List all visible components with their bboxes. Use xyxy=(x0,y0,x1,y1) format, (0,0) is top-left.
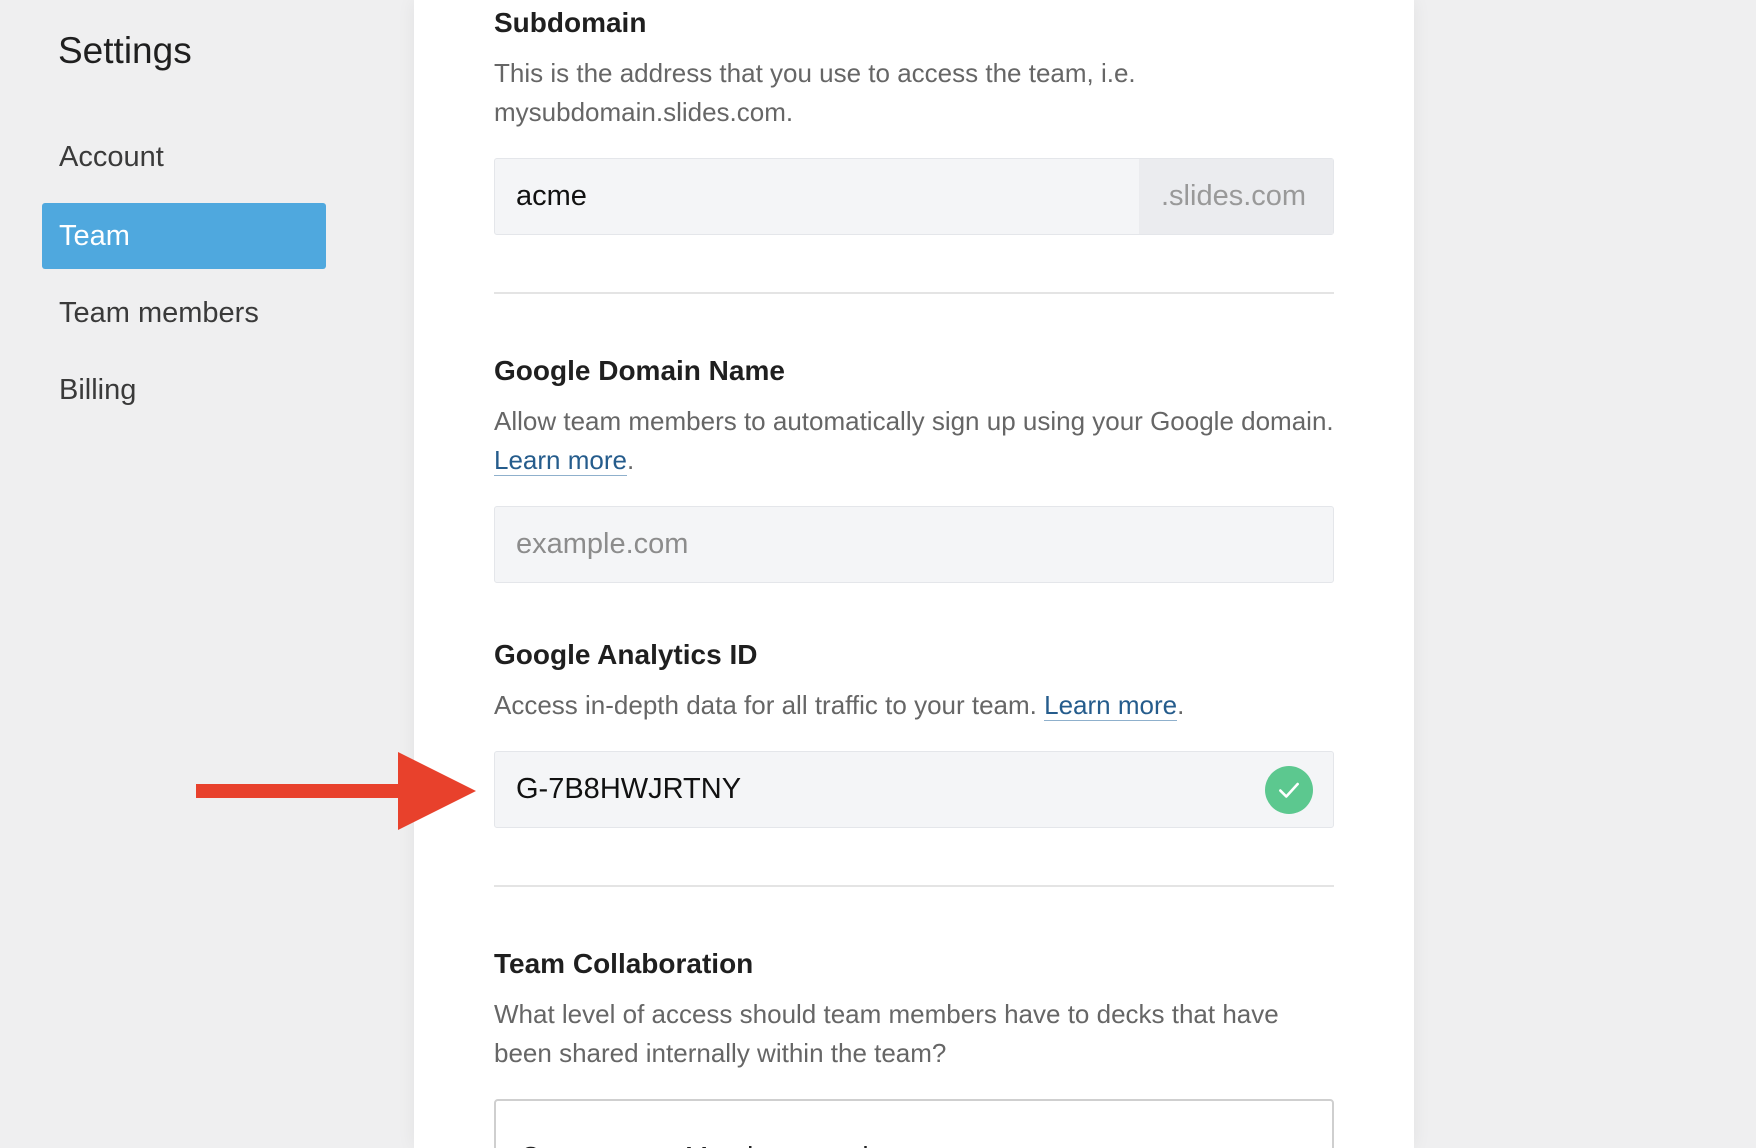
subdomain-suffix: .slides.com xyxy=(1139,159,1333,234)
collaboration-selected-value: Comment — Members can leave comments xyxy=(520,1105,1066,1148)
subdomain-field: .slides.com xyxy=(494,158,1334,235)
chevron-down-icon xyxy=(1286,1105,1308,1148)
analytics-learn-more-link[interactable]: Learn more xyxy=(1044,690,1178,721)
collaboration-title: Team Collaboration xyxy=(494,948,754,979)
sidebar-item-account[interactable]: Account xyxy=(42,124,326,190)
google-domain-input[interactable] xyxy=(495,507,1333,582)
section-divider xyxy=(494,885,1334,887)
google-domain-description-text: Allow team members to automatically sign… xyxy=(494,406,1334,436)
red-arrow-annotation-icon xyxy=(196,752,476,830)
subdomain-title: Subdomain xyxy=(494,7,647,38)
settings-panel: Subdomain This is the address that you u… xyxy=(414,0,1414,1148)
analytics-description: Access in-depth data for all traffic to … xyxy=(494,690,1185,721)
analytics-id-input[interactable] xyxy=(495,752,1333,827)
analytics-description-text: Access in-depth data for all traffic to … xyxy=(494,690,1037,720)
analytics-field xyxy=(494,751,1334,828)
google-domain-description: Allow team members to automatically sign… xyxy=(494,406,1334,476)
sidebar-title: Settings xyxy=(58,30,192,71)
google-domain-title: Google Domain Name xyxy=(494,355,785,386)
section-divider xyxy=(494,292,1334,294)
check-icon xyxy=(1265,766,1313,814)
settings-sidebar: Settings Account Team Team members Billi… xyxy=(0,0,414,1148)
google-domain-field xyxy=(494,506,1334,583)
analytics-title: Google Analytics ID xyxy=(494,639,758,670)
sidebar-item-team-members[interactable]: Team members xyxy=(42,280,326,346)
sidebar-item-billing[interactable]: Billing xyxy=(42,357,326,423)
sidebar-item-team[interactable]: Team xyxy=(42,203,326,269)
collaboration-description: What level of access should team members… xyxy=(494,999,1279,1068)
collaboration-select[interactable]: Comment — Members can leave comments xyxy=(494,1099,1334,1148)
google-domain-learn-more-link[interactable]: Learn more xyxy=(494,445,627,476)
subdomain-description: This is the address that you use to acce… xyxy=(494,58,1136,127)
